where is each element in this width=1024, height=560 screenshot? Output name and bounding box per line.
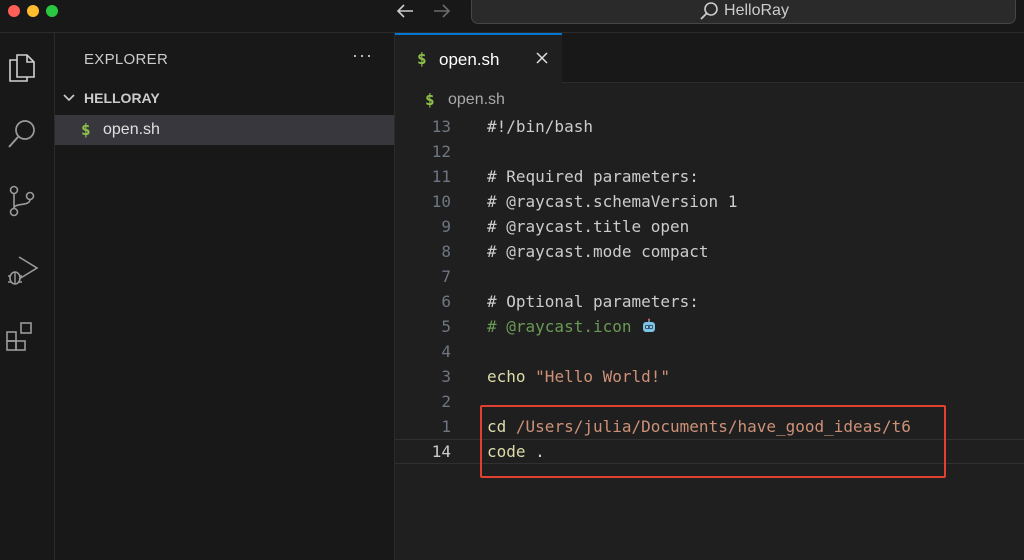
- explorer-sidebar: EXPLORER ··· HELLORAY $ open.sh: [55, 33, 395, 560]
- back-arrow-icon[interactable]: [394, 0, 416, 26]
- line-number: 7: [441, 267, 451, 286]
- explorer-title: EXPLORER: [84, 51, 169, 68]
- window-title: HelloRay: [724, 2, 789, 19]
- line-number: 13: [431, 117, 451, 136]
- tab-open-sh[interactable]: $ open.sh: [395, 33, 562, 83]
- line-text: #!/bin/bash: [487, 117, 593, 136]
- tab-bar: $ open.sh: [395, 33, 1024, 83]
- line-text: echo "Hello World!": [487, 367, 670, 386]
- line-text: # Optional parameters:: [487, 292, 699, 311]
- line-number: 14: [431, 442, 451, 461]
- code-line: 5 # @raycast.icon: [395, 314, 1024, 339]
- run-debug-icon[interactable]: [4, 251, 40, 287]
- highlight-annotation-box: [480, 405, 946, 478]
- title-bar: HelloRay: [0, 0, 1024, 33]
- folder-name: HELLORAY: [84, 90, 160, 106]
- close-window-button[interactable]: [8, 5, 20, 17]
- minimize-window-button[interactable]: [27, 5, 39, 17]
- maximize-window-button[interactable]: [46, 5, 58, 17]
- file-name: open.sh: [103, 121, 160, 138]
- code-line: 3 echo "Hello World!": [395, 364, 1024, 389]
- line-text: # @raycast.schemaVersion 1: [487, 192, 738, 211]
- code-line: 7: [395, 264, 1024, 289]
- command-token: echo: [487, 367, 526, 386]
- string-token: "Hello World!": [535, 367, 671, 386]
- explorer-icon[interactable]: [4, 49, 40, 85]
- line-number: 5: [441, 317, 451, 336]
- line-number: 4: [441, 342, 451, 361]
- line-number: 11: [431, 167, 451, 186]
- line-text: # Required parameters:: [487, 167, 699, 186]
- line-text: # @raycast.icon: [487, 317, 657, 336]
- folder-header[interactable]: HELLORAY: [55, 87, 394, 111]
- code-line: 12: [395, 139, 1024, 164]
- line-number: 10: [431, 192, 451, 211]
- command-center-search[interactable]: HelloRay: [471, 0, 1016, 24]
- source-control-icon[interactable]: [4, 183, 40, 219]
- line-number: 6: [441, 292, 451, 311]
- shell-file-icon: $: [417, 49, 427, 68]
- code-editor[interactable]: 13 #!/bin/bash 12 11 # Required paramete…: [395, 114, 1024, 560]
- line-text: # @raycast.title open: [487, 217, 690, 236]
- line-number: 2: [441, 392, 451, 411]
- tab-label: open.sh: [439, 50, 500, 69]
- close-icon[interactable]: [535, 51, 549, 65]
- search-icon[interactable]: [4, 116, 40, 152]
- shell-file-icon: $: [81, 120, 91, 139]
- more-actions-button[interactable]: ···: [352, 45, 373, 66]
- line-number: 3: [441, 367, 451, 386]
- line-number: 1: [441, 417, 451, 436]
- line-number: 12: [431, 142, 451, 161]
- code-line: 13 #!/bin/bash: [395, 114, 1024, 139]
- code-line: 4: [395, 339, 1024, 364]
- activity-bar: [0, 33, 55, 560]
- chevron-down-icon: [63, 94, 75, 102]
- forward-arrow-icon[interactable]: [431, 0, 453, 26]
- code-line: 10 # @raycast.schemaVersion 1: [395, 189, 1024, 214]
- extensions-icon[interactable]: [4, 318, 40, 354]
- code-line: 9 # @raycast.title open: [395, 214, 1024, 239]
- shell-file-icon: $: [425, 90, 435, 109]
- code-line: 6 # Optional parameters:: [395, 289, 1024, 314]
- line-number: 9: [441, 217, 451, 236]
- comment-text: # @raycast.icon: [487, 317, 632, 336]
- line-number: 8: [441, 242, 451, 261]
- breadcrumb-file[interactable]: open.sh: [448, 91, 505, 109]
- code-line: 8 # @raycast.mode compact: [395, 239, 1024, 264]
- robot-emoji-icon: [643, 318, 656, 332]
- code-line: 11 # Required parameters:: [395, 164, 1024, 189]
- search-icon: [700, 2, 718, 20]
- line-text: # @raycast.mode compact: [487, 242, 709, 261]
- file-item-open-sh[interactable]: $ open.sh: [55, 115, 394, 145]
